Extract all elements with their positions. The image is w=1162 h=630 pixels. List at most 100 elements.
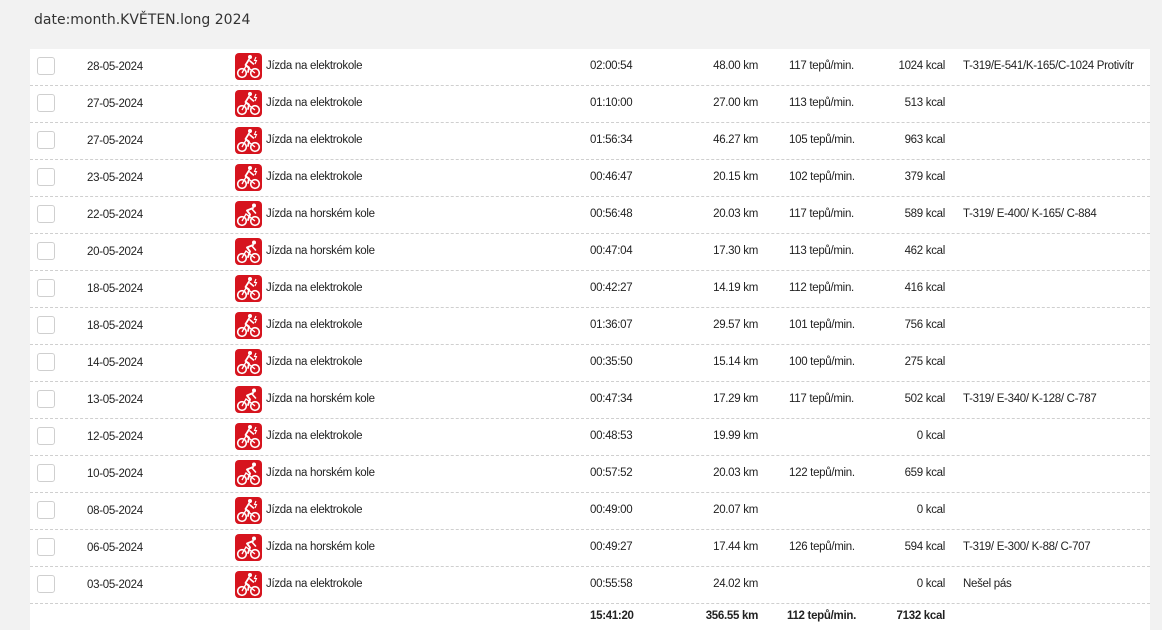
activity-row[interactable]: 06-05-2024 Jízda na horském kole 00:49:2… [30,530,1150,567]
row-checkbox[interactable] [37,538,55,556]
activity-type-label[interactable]: Jízda na horském kole [266,245,375,257]
activity-date: 27-05-2024 [87,98,143,110]
row-checkbox[interactable] [37,390,55,408]
activity-type-label[interactable]: Jízda na elektrokole [266,319,363,331]
activity-type-label[interactable]: Jízda na elektrokole [266,60,363,72]
activity-type-label[interactable]: Jízda na elektrokole [266,504,363,516]
row-checkbox[interactable] [37,94,55,112]
activity-row[interactable]: 08-05-2024 Jízda na elektrokole 00:49:00… [30,493,1150,530]
row-checkbox[interactable] [37,57,55,75]
activity-heart-rate: 105 tepů/min. [789,134,855,146]
activity-note: T-319/ E-300/ K-88/ C-707 [963,541,1091,553]
activity-calories: 1024 kcal [898,60,945,72]
activity-distance: 14.19 km [713,282,758,294]
activity-distance: 29.57 km [713,319,758,331]
row-checkbox[interactable] [37,353,55,371]
activity-calories: 0 kcal [916,578,946,590]
total-duration: 15:41:20 [590,610,634,622]
activity-note: T-319/ E-400/ K-165/ C-884 [963,208,1097,220]
mountain-bike-icon [235,238,262,265]
activity-row[interactable]: 27-05-2024 Jízda na elektrokole 01:56:34… [30,123,1150,160]
activity-calories: 275 kcal [904,356,946,368]
activity-date: 18-05-2024 [87,320,143,332]
activity-calories: 963 kcal [904,134,946,146]
electric-bike-icon [235,53,262,80]
activity-duration: 00:46:47 [590,171,633,183]
electric-bike-icon [235,423,262,450]
activity-distance: 17.30 km [713,245,758,257]
activity-type-label[interactable]: Jízda na elektrokole [266,430,363,442]
activity-row[interactable]: 14-05-2024 Jízda na elektrokole 00:35:50… [30,345,1150,382]
row-checkbox[interactable] [37,501,55,519]
activity-date: 03-05-2024 [87,579,143,591]
activity-duration: 00:47:04 [590,245,633,257]
activity-heart-rate: 112 tepů/min. [789,282,854,294]
row-checkbox[interactable] [37,242,55,260]
activity-duration: 01:36:07 [590,319,633,331]
activity-date: 23-05-2024 [87,172,143,184]
activity-type-label[interactable]: Jízda na elektrokole [266,171,363,183]
activity-calories: 416 kcal [904,282,946,294]
activity-duration: 00:35:50 [590,356,633,368]
activity-date: 22-05-2024 [87,209,143,221]
activity-type-label[interactable]: Jízda na horském kole [266,467,375,479]
activity-row[interactable]: 10-05-2024 Jízda na horském kole 00:57:5… [30,456,1150,493]
total-distance: 356.55 km [705,610,759,622]
activity-type-label[interactable]: Jízda na horském kole [266,393,375,405]
activity-heart-rate: 102 tepů/min. [789,171,855,183]
activity-heart-rate: 100 tepů/min. [789,356,855,368]
activity-row[interactable]: 18-05-2024 Jízda na elektrokole 01:36:07… [30,308,1150,345]
activity-row[interactable]: 12-05-2024 Jízda na elektrokole 00:48:53… [30,419,1150,456]
activity-type-label[interactable]: Jízda na horském kole [266,541,375,553]
row-checkbox[interactable] [37,131,55,149]
activity-duration: 01:56:34 [590,134,633,146]
activity-type-label[interactable]: Jízda na elektrokole [266,134,363,146]
activity-row[interactable]: 03-05-2024 Jízda na elektrokole 00:55:58… [30,567,1150,604]
row-checkbox[interactable] [37,279,55,297]
activity-note: T-319/ E-340/ K-128/ C-787 [963,393,1097,405]
row-checkbox[interactable] [37,168,55,186]
row-checkbox[interactable] [37,427,55,445]
activity-distance: 17.29 km [713,393,758,405]
activity-calories: 0 kcal [916,504,946,516]
activity-note: T-319/E-541/K-165/C-1024 Protivítr [963,60,1134,72]
activity-row[interactable]: 18-05-2024 Jízda na elektrokole 00:42:27… [30,271,1150,308]
mountain-bike-icon [235,386,262,413]
row-checkbox[interactable] [37,575,55,593]
row-checkbox[interactable] [37,316,55,334]
row-checkbox[interactable] [37,464,55,482]
mountain-bike-icon [235,460,262,487]
activity-date: 10-05-2024 [87,468,143,480]
activity-type-label[interactable]: Jízda na horském kole [266,208,375,220]
activity-heart-rate: 117 tepů/min. [789,60,854,72]
activity-type-label[interactable]: Jízda na elektrokole [266,97,363,109]
electric-bike-icon [235,571,262,598]
activity-row[interactable]: 22-05-2024 Jízda na horském kole 00:56:4… [30,197,1150,234]
electric-bike-icon [235,164,262,191]
activity-duration: 00:56:48 [590,208,633,220]
activity-heart-rate: 122 tepů/min. [789,467,855,479]
activity-table: 28-05-2024 Jízda na elektrokole 02:00:54… [30,49,1150,630]
mountain-bike-icon [235,534,262,561]
activity-row[interactable]: 13-05-2024 Jízda na horském kole 00:47:3… [30,382,1150,419]
activity-type-label[interactable]: Jízda na elektrokole [266,578,363,590]
activity-duration: 00:42:27 [590,282,633,294]
activity-distance: 15.14 km [713,356,758,368]
activity-heart-rate: 117 tepů/min. [789,208,854,220]
activity-row[interactable]: 27-05-2024 Jízda na elektrokole 01:10:00… [30,86,1150,123]
activity-type-label[interactable]: Jízda na elektrokole [266,282,363,294]
activity-date: 13-05-2024 [87,394,143,406]
activity-distance: 48.00 km [713,60,758,72]
activity-calories: 756 kcal [904,319,946,331]
activity-duration: 00:48:53 [590,430,633,442]
activity-row[interactable]: 20-05-2024 Jízda na horském kole 00:47:0… [30,234,1150,271]
activity-row[interactable]: 28-05-2024 Jízda na elektrokole 02:00:54… [30,49,1150,86]
row-checkbox[interactable] [37,205,55,223]
activity-calories: 502 kcal [904,393,946,405]
activity-distance: 20.03 km [713,467,758,479]
activity-row[interactable]: 23-05-2024 Jízda na elektrokole 00:46:47… [30,160,1150,197]
activity-duration: 00:55:58 [590,578,633,590]
activity-type-label[interactable]: Jízda na elektrokole [266,356,363,368]
total-heart-rate: 112 tepů/min. [787,610,856,622]
activity-distance: 46.27 km [713,134,758,146]
